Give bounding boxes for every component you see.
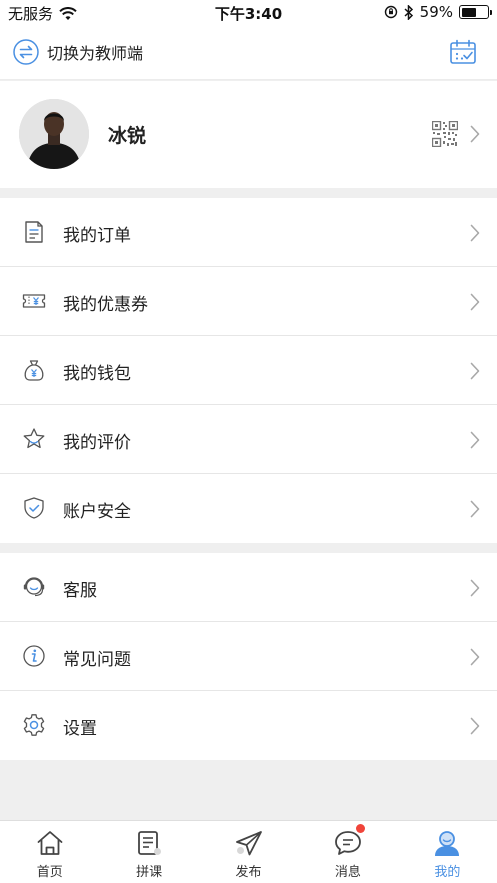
switch-role-button[interactable]: 切换为教师端: [13, 39, 143, 65]
coupon-icon: [22, 294, 46, 308]
menu-item-label: 设置: [63, 719, 97, 739]
order-icon: [25, 221, 43, 243]
menu-item-label: 账户安全: [63, 502, 131, 522]
calendar-check-icon: [450, 39, 476, 64]
wallet-icon: [24, 360, 44, 381]
battery-level: [461, 7, 477, 17]
chevron-right-icon: [470, 293, 480, 311]
menu-group-support: 客服 常见问题 设置: [0, 553, 497, 760]
avatar[interactable]: [19, 99, 89, 169]
chevron-right-icon: [470, 125, 480, 143]
menu-item-wallet[interactable]: 我的钱包: [0, 336, 497, 405]
tab-label: 发布: [235, 865, 262, 880]
chat-icon: [335, 831, 361, 855]
avatar-image: [19, 99, 89, 169]
message-badge: [355, 824, 365, 833]
status-right: 59%: [384, 3, 492, 21]
tab-group-class[interactable]: 拼课: [99, 821, 198, 883]
chevron-right-icon: [470, 648, 480, 666]
menu-item-customer-service[interactable]: 客服: [0, 553, 497, 622]
chevron-right-icon: [470, 224, 480, 242]
menu-item-label: 我的钱包: [63, 364, 131, 384]
profile-icon: [435, 831, 460, 856]
info-icon: [23, 645, 45, 667]
tab-label: 消息: [334, 865, 361, 880]
tab-home[interactable]: 首页: [0, 821, 99, 883]
send-icon: [235, 831, 262, 856]
tab-bar: 首页 拼课 发布 消息 我的: [0, 820, 497, 883]
tab-profile[interactable]: 我的: [398, 821, 497, 883]
menu-item-label: 我的评价: [63, 433, 131, 453]
menu-item-orders[interactable]: 我的订单: [0, 198, 497, 267]
tab-label: 我的: [434, 865, 461, 880]
chevron-right-icon: [470, 717, 480, 735]
chevron-right-icon: [470, 431, 480, 449]
switch-role-label: 切换为教师端: [47, 44, 144, 63]
top-bar: 切换为教师端: [0, 26, 497, 80]
bluetooth-icon: [404, 4, 413, 20]
menu-item-label: 常见问题: [63, 650, 131, 670]
battery-percent: 59%: [419, 3, 453, 21]
menu-item-label: 客服: [63, 581, 97, 601]
star-icon: [23, 428, 45, 449]
menu-item-account-security[interactable]: 账户安全: [0, 474, 497, 543]
chevron-right-icon: [470, 362, 480, 380]
orientation-lock-icon: [384, 5, 397, 19]
menu-item-label: 我的订单: [63, 226, 131, 246]
notebook-icon: [138, 831, 162, 855]
home-icon: [37, 831, 63, 855]
menu-item-reviews[interactable]: 我的评价: [0, 405, 497, 474]
tab-messages[interactable]: 消息: [298, 821, 397, 883]
menu-item-coupons[interactable]: 我的优惠券: [0, 267, 497, 336]
headset-icon: [23, 577, 45, 597]
profile-card[interactable]: 冰锐: [0, 81, 497, 188]
tab-label: 首页: [36, 865, 63, 880]
status-bar: 无服务 下午3:40 59%: [0, 0, 497, 26]
gear-icon: [23, 714, 45, 736]
menu-item-label: 我的优惠券: [63, 295, 148, 315]
tab-publish[interactable]: 发布: [199, 821, 298, 883]
menu-item-faq[interactable]: 常见问题: [0, 622, 497, 691]
qr-code-icon[interactable]: [432, 121, 458, 147]
menu-item-settings[interactable]: 设置: [0, 691, 497, 760]
chevron-right-icon: [470, 500, 480, 518]
profile-name: 冰锐: [108, 125, 147, 147]
shield-icon: [24, 497, 44, 519]
chevron-right-icon: [470, 579, 480, 597]
battery-icon: [459, 5, 492, 19]
menu-group-account: 我的订单 我的优惠券 我的钱包 我的评价 账户安全: [0, 198, 497, 543]
calendar-button[interactable]: [449, 39, 477, 69]
swap-icon: [13, 39, 39, 65]
tab-label: 拼课: [136, 865, 163, 880]
